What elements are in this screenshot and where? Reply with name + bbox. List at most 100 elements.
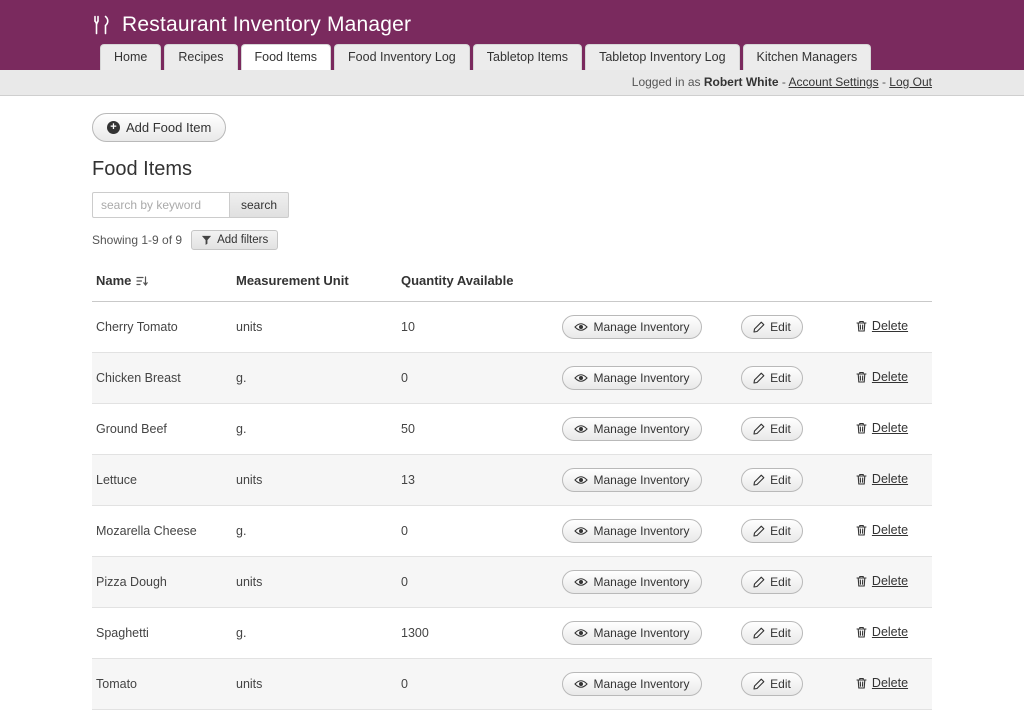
main-content: + Add Food Item Food Items search Showin… [92,96,932,710]
delete-label: Delete [872,421,908,435]
table-row: Chicken Breast g. 0 Manage Inventory [92,353,932,404]
tab-food-items[interactable]: Food Items [241,44,332,70]
manage-inventory-label: Manage Inventory [593,677,689,691]
edit-label: Edit [770,422,791,436]
cell-measurement-unit: units [232,659,397,710]
separator: - [782,75,786,89]
manage-inventory-label: Manage Inventory [593,575,689,589]
pencil-icon [753,678,765,690]
cell-measurement-unit: units [232,455,397,506]
delete-link[interactable]: Delete [856,574,908,588]
cell-name: Spaghetti [92,608,232,659]
edit-button[interactable]: Edit [741,366,803,390]
trash-icon [856,626,867,638]
app-header: Restaurant Inventory Manager HomeRecipes… [0,0,1024,70]
search-input[interactable] [92,192,230,218]
add-filters-button[interactable]: Add filters [191,230,278,250]
tab-recipes[interactable]: Recipes [164,44,237,70]
manage-inventory-button[interactable]: Manage Inventory [562,417,701,441]
eye-icon [574,628,588,638]
manage-inventory-label: Manage Inventory [593,320,689,334]
delete-link[interactable]: Delete [856,319,908,333]
results-meta: Showing 1-9 of 9 Add filters [92,230,932,250]
cell-quantity-available: 0 [397,659,552,710]
column-header-name[interactable]: Name [92,263,232,302]
account-settings-link[interactable]: Account Settings [789,75,879,89]
pencil-icon [753,576,765,588]
edit-button[interactable]: Edit [741,672,803,696]
cell-quantity-available: 0 [397,353,552,404]
tab-food-inventory-log[interactable]: Food Inventory Log [334,44,470,70]
cell-name: Mozarella Cheese [92,506,232,557]
edit-button[interactable]: Edit [741,519,803,543]
edit-button[interactable]: Edit [741,570,803,594]
pencil-icon [753,423,765,435]
table-body: Cherry Tomato units 10 Manage Inventory [92,302,932,710]
edit-label: Edit [770,371,791,385]
table-row: Mozarella Cheese g. 0 Manage Inventory [92,506,932,557]
trash-icon [856,371,867,383]
delete-link[interactable]: Delete [856,370,908,384]
delete-link[interactable]: Delete [856,523,908,537]
plus-icon: + [107,121,120,134]
pencil-icon [753,372,765,384]
cell-quantity-available: 0 [397,557,552,608]
edit-button[interactable]: Edit [741,468,803,492]
eye-icon [574,373,588,383]
manage-inventory-button[interactable]: Manage Inventory [562,315,701,339]
trash-icon [856,575,867,587]
tab-home[interactable]: Home [100,44,161,70]
tab-tabletop-inventory-log[interactable]: Tabletop Inventory Log [585,44,739,70]
add-food-item-button[interactable]: + Add Food Item [92,113,226,142]
manage-inventory-button[interactable]: Manage Inventory [562,570,701,594]
delete-label: Delete [872,523,908,537]
table-row: Cherry Tomato units 10 Manage Inventory [92,302,932,353]
delete-link[interactable]: Delete [856,625,908,639]
edit-button[interactable]: Edit [741,315,803,339]
edit-label: Edit [770,677,791,691]
trash-icon [856,320,867,332]
search-button[interactable]: search [230,192,289,218]
logout-link[interactable]: Log Out [889,75,932,89]
cell-name: Chicken Breast [92,353,232,404]
cell-quantity-available: 0 [397,506,552,557]
trash-icon [856,422,867,434]
manage-inventory-label: Manage Inventory [593,473,689,487]
tab-tabletop-items[interactable]: Tabletop Items [473,44,582,70]
app-title: Restaurant Inventory Manager [122,13,411,37]
manage-inventory-button[interactable]: Manage Inventory [562,519,701,543]
delete-label: Delete [872,574,908,588]
fork-knife-icon [92,15,112,35]
delete-link[interactable]: Delete [856,421,908,435]
cell-name: Tomato [92,659,232,710]
add-filters-label: Add filters [217,234,268,246]
eye-icon [574,424,588,434]
delete-link[interactable]: Delete [856,676,908,690]
logged-in-text: Logged in as Robert White - Account Sett… [632,75,932,89]
column-name-label: Name [96,273,131,288]
logged-in-username: Robert White [704,75,779,89]
manage-inventory-button[interactable]: Manage Inventory [562,366,701,390]
edit-label: Edit [770,524,791,538]
eye-icon [574,679,588,689]
trash-icon [856,473,867,485]
edit-button[interactable]: Edit [741,417,803,441]
pencil-icon [753,474,765,486]
delete-label: Delete [872,625,908,639]
table-row: Spaghetti g. 1300 Manage Inventory [92,608,932,659]
manage-inventory-button[interactable]: Manage Inventory [562,621,701,645]
table-row: Tomato units 0 Manage Inventory [92,659,932,710]
tab-kitchen-managers[interactable]: Kitchen Managers [743,44,872,70]
manage-inventory-button[interactable]: Manage Inventory [562,672,701,696]
table-row: Lettuce units 13 Manage Inventory [92,455,932,506]
cell-measurement-unit: g. [232,506,397,557]
edit-button[interactable]: Edit [741,621,803,645]
column-header-qty: Quantity Available [397,263,552,302]
column-header-edit [712,263,832,302]
column-header-unit: Measurement Unit [232,263,397,302]
cell-name: Ground Beef [92,404,232,455]
funnel-icon [201,235,212,246]
delete-link[interactable]: Delete [856,472,908,486]
manage-inventory-button[interactable]: Manage Inventory [562,468,701,492]
table-row: Ground Beef g. 50 Manage Inventory [92,404,932,455]
